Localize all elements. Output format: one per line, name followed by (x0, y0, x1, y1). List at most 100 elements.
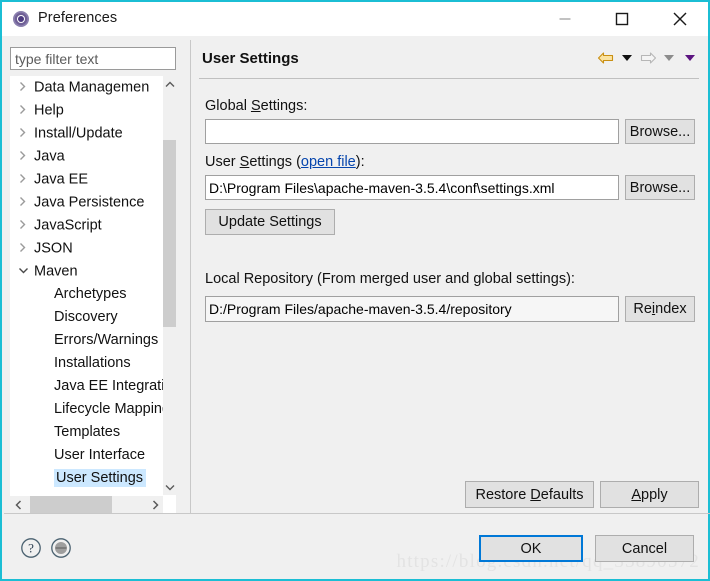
panel-navigation (596, 48, 700, 68)
back-arrow-icon[interactable] (596, 48, 616, 68)
tree-item-label: Installations (54, 355, 131, 371)
tree-item-user-interface[interactable]: User Interface (10, 444, 163, 467)
scroll-up-icon[interactable] (163, 76, 176, 93)
update-settings-button[interactable]: Update Settings (205, 209, 335, 235)
tree-item-label: Archetypes (54, 286, 127, 302)
chevron-right-icon[interactable] (18, 76, 34, 98)
global-label-suffix: ettings: (260, 98, 308, 114)
restore-prefix: Restore (475, 486, 531, 503)
tree-item-java-ee[interactable]: Java EE (10, 168, 163, 191)
user-label-mnemonic: S (239, 154, 250, 170)
local-repository-label: Local Repository (From merged user and g… (205, 271, 575, 287)
global-settings-label: Global Settings: (205, 98, 307, 114)
tree-horizontal-scroll-thumb[interactable] (30, 496, 112, 513)
user-settings-label: User Settings (open file): (205, 154, 365, 170)
tree-item-archetypes[interactable]: Archetypes (10, 283, 163, 306)
open-file-link[interactable]: open file (301, 154, 356, 170)
chevron-down-icon[interactable] (18, 260, 34, 282)
back-dropdown-icon[interactable] (617, 48, 637, 68)
tree-item-label: Templates (54, 424, 121, 440)
chevron-right-icon[interactable] (18, 214, 34, 236)
chevron-right-icon[interactable] (18, 237, 34, 259)
tree-item-java-ee-integration[interactable]: Java EE Integration (10, 375, 163, 398)
tree-item-label: JSON (34, 240, 73, 257)
tree-vertical-scrollbar[interactable] (163, 76, 176, 495)
tree-item-maven[interactable]: Maven (10, 260, 163, 283)
global-settings-input[interactable] (205, 119, 619, 144)
tree-item-installations[interactable]: Installations (10, 352, 163, 375)
reindex-button[interactable]: Reindex (625, 296, 695, 322)
tree-item-label: Java EE Integration (54, 378, 163, 394)
tree-item-data-managemen[interactable]: Data Managemen (10, 76, 163, 99)
local-repository-input[interactable] (205, 296, 619, 322)
scroll-down-icon[interactable] (163, 478, 176, 495)
tree-item-install-update[interactable]: Install/Update (10, 122, 163, 145)
user-browse-button[interactable]: Browse... (625, 175, 695, 200)
close-button[interactable] (657, 2, 703, 35)
tree-item-label: Maven (34, 263, 78, 280)
tree-item-discovery[interactable]: Discovery (10, 306, 163, 329)
chevron-right-icon[interactable] (18, 168, 34, 190)
tree-item-label: Java Persistence (34, 194, 145, 211)
reindex-prefix: Re (633, 301, 652, 317)
preferences-tree: Data Managemen Help Install/Update Java Java… (10, 76, 176, 513)
tree-horizontal-scrollbar[interactable] (10, 496, 163, 513)
preferences-gear-icon (12, 10, 30, 28)
tree-item-templates[interactable]: Templates (10, 421, 163, 444)
tree-item-javascript[interactable]: JavaScript (10, 214, 163, 237)
restore-defaults-button[interactable]: Restore Defaults (465, 481, 594, 508)
tree-item-errors-warnings[interactable]: Errors/Warnings (10, 329, 163, 352)
title-bar: Preferences (2, 2, 708, 36)
user-label-mid: ettings ( (249, 154, 301, 170)
minimize-button[interactable] (542, 2, 588, 35)
tree-item-label: Data Managemen (34, 79, 150, 96)
ok-button[interactable]: OK (479, 535, 583, 562)
restore-mnemonic: D (530, 486, 541, 503)
tree-item-label: Java EE (34, 171, 88, 188)
tree-vertical-scroll-thumb[interactable] (163, 140, 176, 327)
header-divider (199, 78, 699, 79)
scroll-right-icon[interactable] (146, 496, 163, 513)
tree-item-label: User Settings (54, 469, 147, 487)
global-browse-button[interactable]: Browse... (625, 119, 695, 144)
user-label-suffix: ): (355, 154, 365, 170)
tree-item-help[interactable]: Help (10, 99, 163, 122)
tree-item-label: Discovery (54, 309, 118, 325)
forward-arrow-icon[interactable] (638, 48, 658, 68)
user-settings-input[interactable] (205, 175, 619, 200)
tree-item-json[interactable]: JSON (10, 237, 163, 260)
apply-mnemonic: A (631, 486, 642, 503)
chevron-right-icon[interactable] (18, 122, 34, 144)
maximize-button[interactable] (599, 2, 645, 35)
tree-item-label: Lifecycle Mappings (54, 401, 163, 417)
tree-item-label: Install/Update (34, 125, 123, 142)
more-dropdown-icon[interactable] (680, 48, 700, 68)
filter-input[interactable] (10, 47, 176, 70)
global-label-prefix: Global (205, 98, 251, 114)
tree-item-label: User Interface (54, 447, 146, 463)
reindex-suffix: ndex (655, 301, 687, 317)
footer-divider (4, 513, 710, 514)
chevron-right-icon[interactable] (18, 145, 34, 167)
restore-suffix: efaults (540, 486, 584, 503)
chevron-right-icon[interactable] (18, 99, 34, 121)
tree-item-list[interactable]: Data Managemen Help Install/Update Java Java… (10, 76, 163, 495)
command-shell-icon[interactable] (50, 537, 72, 559)
help-question-icon[interactable]: ? (20, 537, 42, 559)
tree-item-label: Java (34, 148, 65, 165)
global-label-mnemonic: S (250, 98, 261, 114)
tree-item-lifecycle-mappings[interactable]: Lifecycle Mappings (10, 398, 163, 421)
settings-panel: User Settings Global Settings: Browse...… (190, 40, 708, 513)
svg-text:?: ? (28, 541, 34, 556)
tree-item-java-persistence[interactable]: Java Persistence (10, 191, 163, 214)
tree-item-label: Errors/Warnings (54, 332, 159, 348)
cancel-button[interactable]: Cancel (595, 535, 694, 562)
panel-header: User Settings (191, 40, 708, 78)
apply-button[interactable]: Apply (600, 481, 699, 508)
tree-item-label: JavaScript (34, 217, 102, 234)
scroll-left-icon[interactable] (10, 496, 27, 513)
chevron-right-icon[interactable] (18, 191, 34, 213)
tree-item-java[interactable]: Java (10, 145, 163, 168)
forward-dropdown-icon[interactable] (659, 48, 679, 68)
tree-item-user-settings[interactable]: User Settings (10, 467, 163, 490)
